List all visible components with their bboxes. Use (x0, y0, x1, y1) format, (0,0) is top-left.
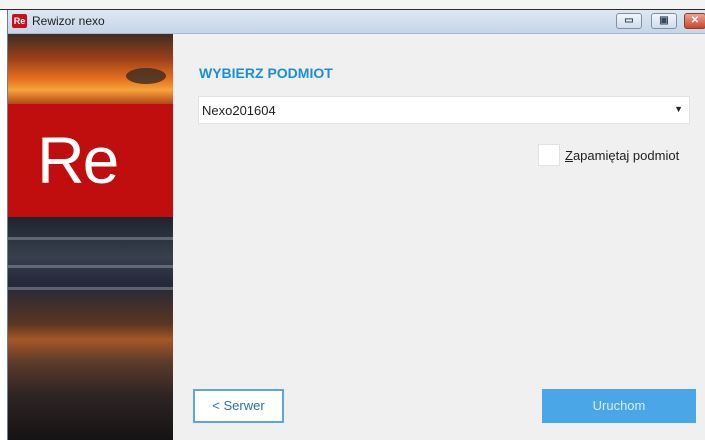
brand-sidebar: Re (8, 34, 173, 440)
app-window: Re Rewizor nexo ▭ ▣ ✕ Re WYBIERZ PODMIOT… (7, 10, 705, 440)
maximize-icon: ▣ (659, 15, 669, 26)
wave-line (8, 287, 173, 290)
company-select-value: Nexo201604 (202, 103, 276, 118)
wave-line (8, 265, 173, 268)
close-icon: ✕ (690, 15, 700, 26)
company-select[interactable]: Nexo201604 ▼ (198, 96, 690, 124)
wave-line (8, 237, 173, 240)
server-button[interactable]: < Serwer (193, 389, 284, 423)
close-button[interactable]: ✕ (684, 13, 705, 29)
chevron-down-icon[interactable]: ▼ (674, 104, 683, 114)
title-bar[interactable]: Re Rewizor nexo ▭ ▣ ✕ (8, 10, 705, 34)
page-title: WYBIERZ PODMIOT (199, 65, 333, 81)
remember-company-checkbox[interactable] (538, 144, 560, 166)
minimize-button[interactable]: ▭ (616, 13, 642, 29)
app-icon: Re (12, 14, 27, 28)
main-panel: WYBIERZ PODMIOT Nexo201604 ▼ Zapamiętaj … (173, 34, 705, 440)
remember-label-text: apamiętaj podmiot (572, 148, 680, 163)
maximize-button[interactable]: ▣ (651, 13, 677, 29)
brand-logo-band: Re (8, 104, 173, 217)
access-key-letter: Z (565, 148, 573, 163)
sea-image (8, 217, 173, 440)
cloud-shape (126, 68, 166, 84)
minimize-icon: ▭ (624, 15, 634, 26)
window-title: Rewizor nexo (32, 14, 105, 28)
remember-company-label[interactable]: Zapamiętaj podmiot (565, 148, 679, 163)
brand-logo: Re (37, 123, 119, 197)
run-button[interactable]: Uruchom (542, 389, 696, 423)
desktop-top-edge (0, 0, 705, 10)
